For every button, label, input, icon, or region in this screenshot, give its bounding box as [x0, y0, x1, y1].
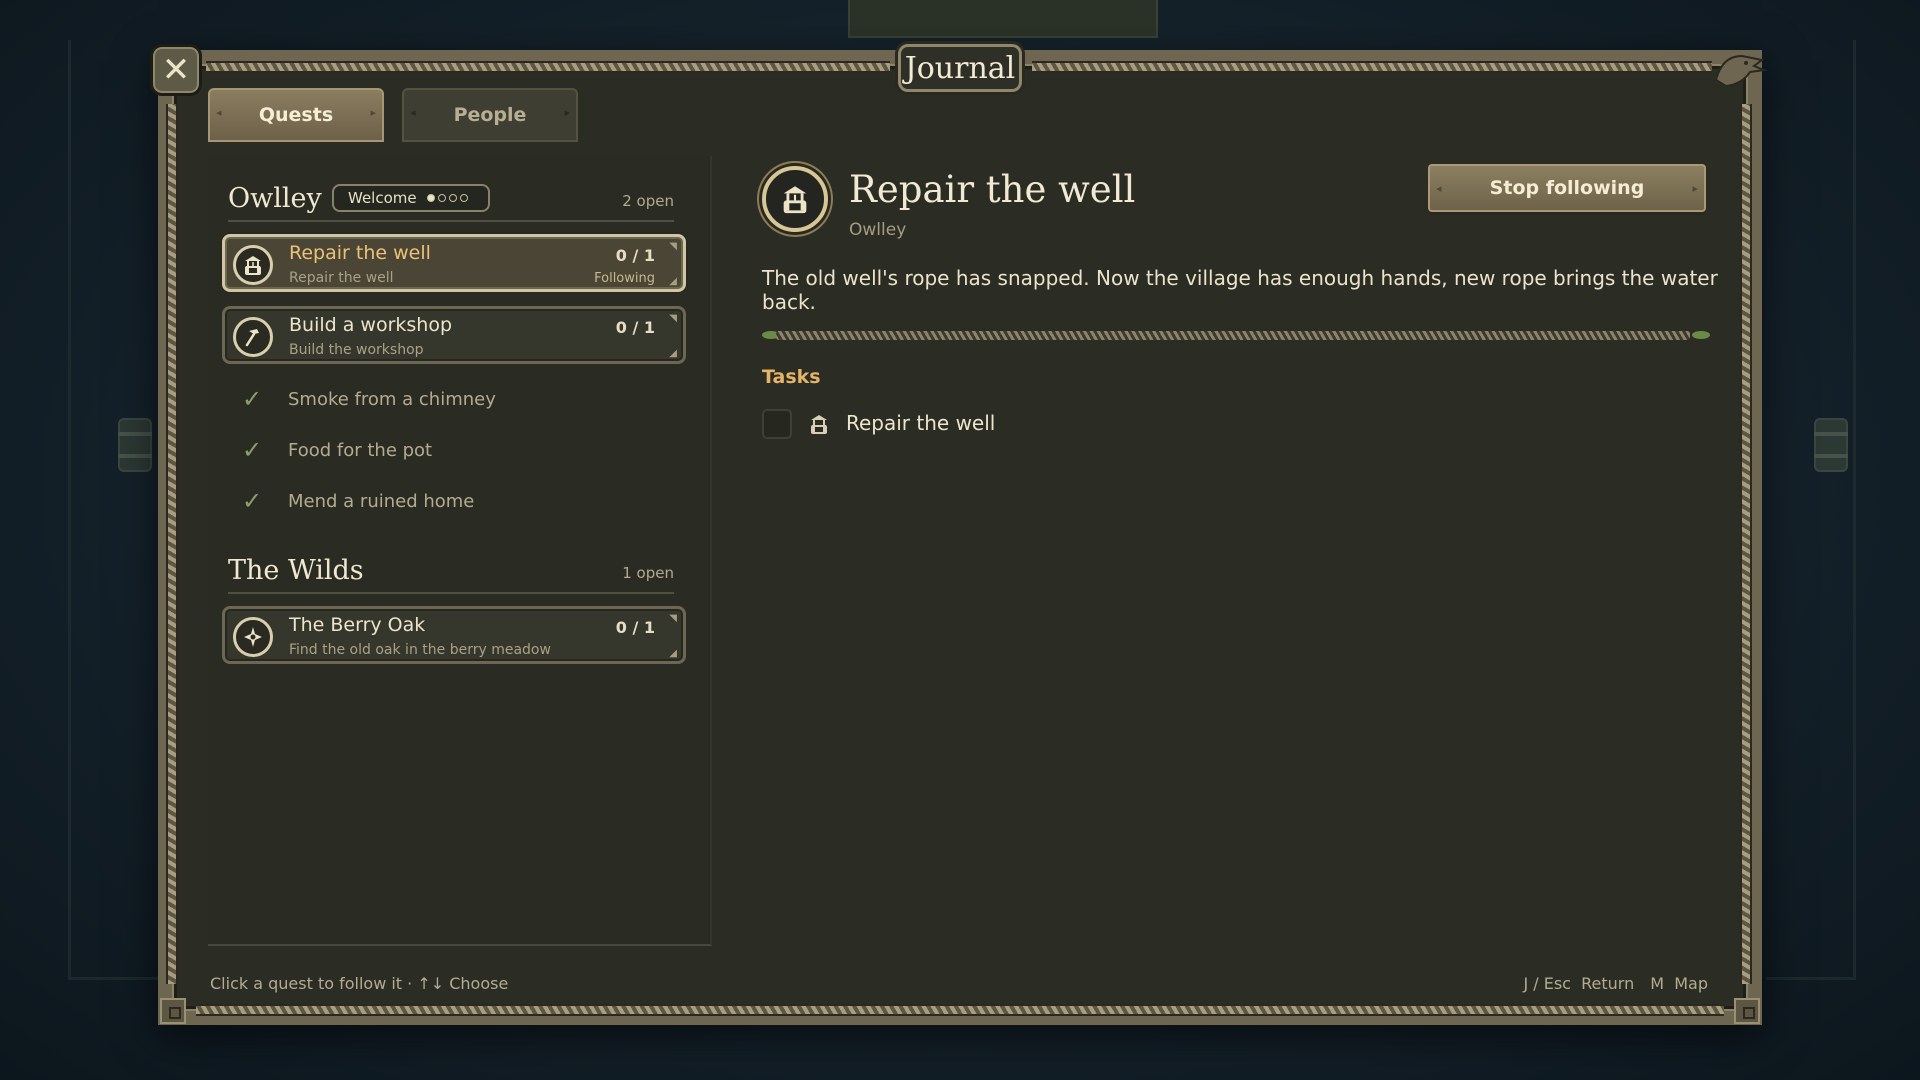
frame-rope-right	[1740, 104, 1752, 984]
quest-title: Repair the well	[289, 242, 431, 264]
quest-card-repair-the-well[interactable]: Repair the well Repair the well 0 / 1 Fo…	[222, 234, 686, 292]
quest-detail-title: Repair the well	[849, 168, 1136, 211]
task-checkbox[interactable]	[762, 409, 792, 439]
quest-title: The Berry Oak	[289, 614, 426, 636]
corner-mark-icon: ◢	[669, 348, 677, 359]
leaf-ornament-icon	[1692, 331, 1710, 339]
background-fence-right	[1766, 40, 1856, 980]
rope-divider	[776, 331, 1690, 340]
completed-quest-item[interactable]: ✓ Food for the pot	[242, 435, 432, 465]
close-button[interactable]: ✕	[150, 44, 202, 96]
welcome-badge-label: Welcome	[348, 189, 417, 207]
quest-title: Build a workshop	[289, 314, 453, 336]
background-house	[848, 0, 1158, 38]
quest-subtitle: Build the workshop	[289, 342, 424, 358]
quest-following-status: Following	[594, 271, 655, 286]
map-shortcut[interactable]: M Map	[1650, 974, 1708, 993]
corner-mark-icon: ◥	[669, 313, 677, 324]
quest-subtitle: Find the old oak in the berry meadow	[289, 642, 551, 658]
progress-dot-filled	[426, 194, 435, 202]
tasks-heading: Tasks	[762, 366, 821, 388]
corner-mark-icon: ◥	[669, 241, 677, 252]
group-open-count: 2 open	[622, 192, 674, 210]
quest-progress: 0 / 1	[615, 618, 655, 637]
quest-progress: 0 / 1	[615, 318, 655, 337]
well-icon	[806, 410, 832, 438]
completed-quest-item[interactable]: ✓ Smoke from a chimney	[242, 384, 496, 414]
frame-rope-top-right	[1032, 61, 1712, 73]
progress-dot-empty	[459, 194, 468, 202]
quest-card-the-berry-oak[interactable]: The Berry Oak Find the old oak in the be…	[222, 606, 686, 664]
background-fence-left	[68, 40, 158, 980]
background-barrel-left	[118, 418, 152, 472]
quest-detail-region: Owlley	[849, 220, 907, 240]
completed-quest-label: Smoke from a chimney	[288, 388, 496, 410]
frame-rope-left	[166, 104, 178, 984]
group-open-count: 1 open	[622, 564, 674, 582]
window-title: Journal	[904, 50, 1016, 86]
check-icon: ✓	[242, 436, 263, 464]
close-icon: ✕	[161, 50, 191, 90]
quest-subtitle: Repair the well	[289, 270, 394, 286]
frame-rope-top-left	[206, 61, 890, 73]
check-icon: ✓	[242, 385, 263, 413]
dragon-head-icon	[1714, 54, 1768, 88]
footer-shortcuts: J / Esc Return M Map	[1523, 974, 1708, 993]
group-title: The Wilds	[228, 555, 364, 586]
hammer-icon	[233, 317, 273, 357]
group-header-owlley: Owlley Welcome 2 open	[228, 178, 674, 222]
group-header-the-wilds: The Wilds 1 open	[228, 550, 674, 594]
well-icon	[762, 166, 828, 232]
title-plate: Journal	[898, 44, 1022, 92]
stop-following-button[interactable]: Stop following	[1428, 164, 1706, 212]
stop-following-label: Stop following	[1489, 177, 1645, 199]
tab-quests-label: Quests	[258, 104, 334, 126]
task-label: Repair the well	[846, 411, 996, 435]
quest-progress: 0 / 1	[615, 246, 655, 265]
welcome-progress-dots	[426, 194, 468, 202]
quest-card-build-a-workshop[interactable]: Build a workshop Build the workshop 0 / …	[222, 306, 686, 364]
tab-people[interactable]: People	[402, 88, 578, 142]
oak-icon	[233, 617, 273, 657]
frame-corner-bottom-left	[160, 998, 186, 1024]
corner-mark-icon: ◢	[669, 648, 677, 659]
corner-mark-icon: ◢	[669, 276, 677, 287]
tab-quests[interactable]: Quests	[208, 88, 384, 142]
well-icon	[233, 245, 273, 285]
welcome-badge: Welcome	[332, 184, 490, 212]
corner-mark-icon: ◥	[669, 613, 677, 624]
completed-quest-label: Mend a ruined home	[288, 490, 475, 512]
completed-quest-label: Food for the pot	[288, 439, 433, 461]
frame-rope-bottom	[196, 1004, 1724, 1016]
progress-dot-empty	[437, 194, 446, 202]
footer-hint: Click a quest to follow it · ↑↓ Choose	[210, 974, 509, 993]
completed-quest-item[interactable]: ✓ Mend a ruined home	[242, 486, 474, 516]
group-title: Owlley	[228, 183, 322, 214]
quest-list-panel: Owlley Welcome 2 open Repair the well Re…	[208, 156, 712, 946]
return-shortcut[interactable]: J / Esc Return	[1523, 974, 1634, 993]
quest-description: The old well's rope has snapped. Now the…	[762, 266, 1718, 314]
tab-people-label: People	[453, 104, 527, 126]
frame-corner-bottom-right	[1734, 998, 1760, 1024]
progress-dot-empty	[448, 194, 457, 202]
check-icon: ✓	[242, 487, 263, 515]
background-barrel-right	[1814, 418, 1848, 472]
